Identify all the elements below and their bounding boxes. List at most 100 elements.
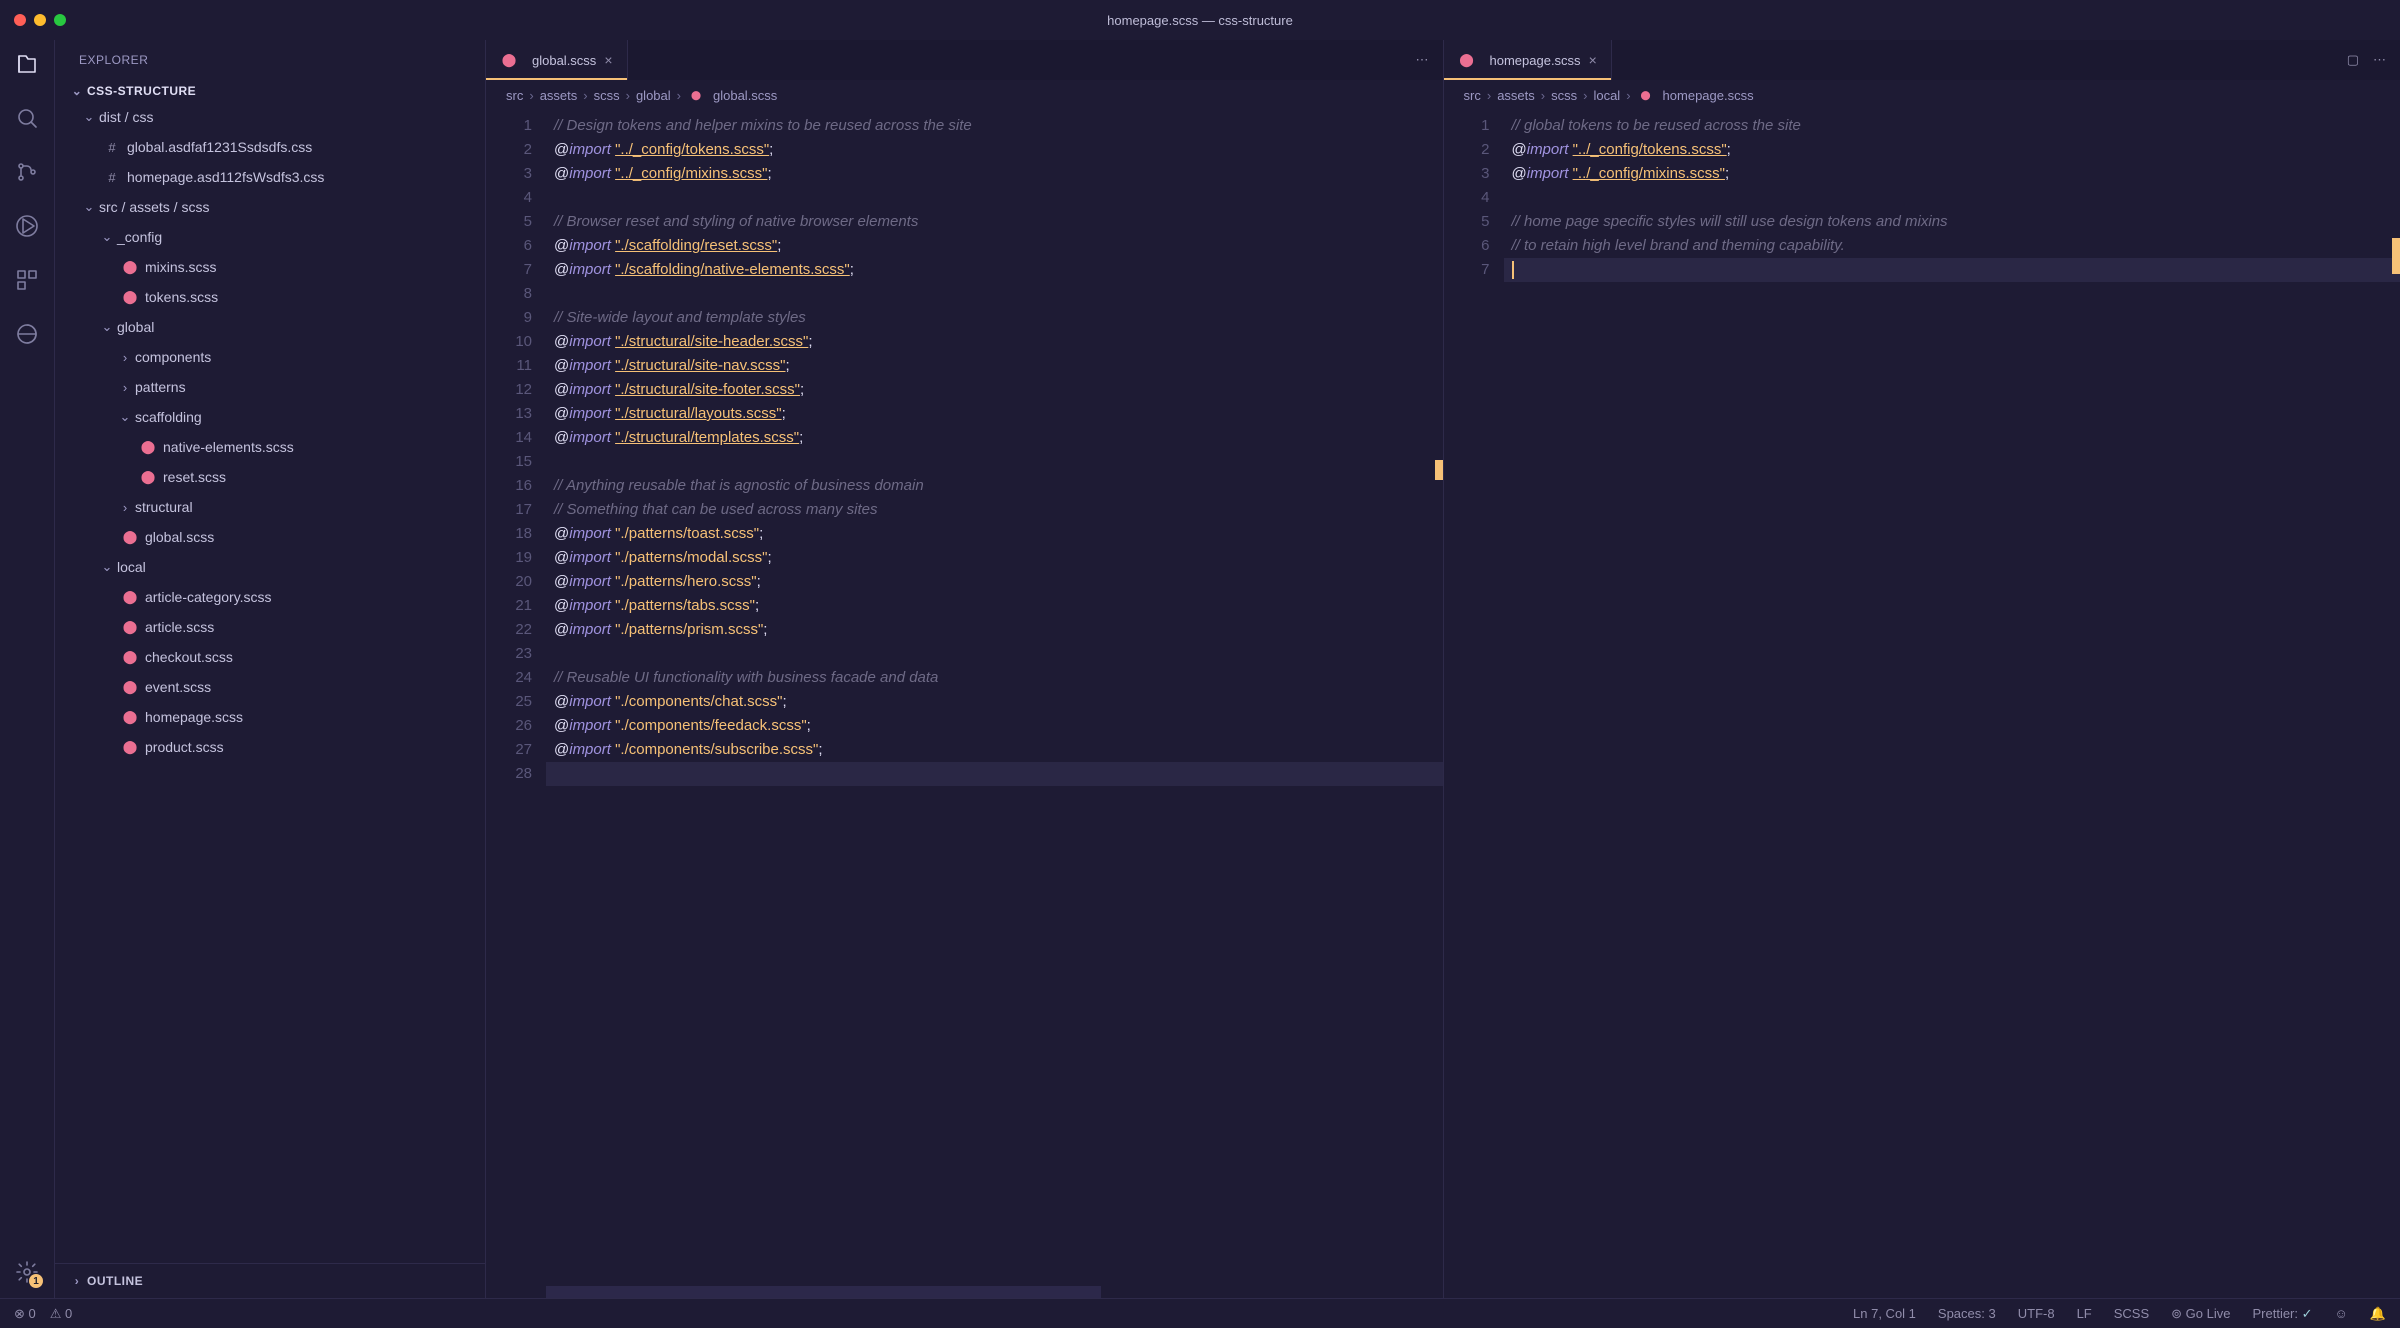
tree-folder[interactable]: ⌄_config: [55, 222, 485, 252]
tree-folder[interactable]: ›components: [55, 342, 485, 372]
scss-icon: ⬤: [121, 259, 139, 275]
tree-item-label: article.scss: [145, 619, 214, 635]
chevron-right-icon: ›: [677, 88, 681, 103]
extensions-icon[interactable]: [13, 266, 41, 294]
horizontal-scrollbar[interactable]: [546, 1286, 1101, 1298]
scss-icon: ⬤: [121, 739, 139, 755]
status-warnings[interactable]: ⚠ 0: [50, 1306, 73, 1322]
tree-file[interactable]: ⬤tokens.scss: [55, 282, 485, 312]
search-icon[interactable]: [13, 104, 41, 132]
breadcrumb-left[interactable]: src›assets›scss›global›⬤global.scss: [486, 80, 1443, 110]
close-window-button[interactable]: [14, 14, 26, 26]
status-spaces[interactable]: Spaces: 3: [1938, 1306, 1996, 1321]
explorer-sidebar: EXPLORER ⌄ CSS-STRUCTURE ⌄dist / css # glo…: [55, 40, 485, 1298]
hash-icon: #: [103, 140, 121, 155]
tree-item-label: global.asdfaf1231Ssdsdfs.css: [127, 139, 312, 155]
debug-icon[interactable]: [13, 212, 41, 240]
breadcrumb-item[interactable]: src: [1464, 88, 1481, 103]
breadcrumb-item[interactable]: local: [1593, 88, 1620, 103]
code-left[interactable]: // Design tokens and helper mixins to be…: [546, 110, 1443, 1298]
status-bell-icon[interactable]: 🔔: [2370, 1306, 2386, 1322]
status-eol[interactable]: LF: [2077, 1306, 2092, 1321]
scss-icon: ⬤: [121, 649, 139, 665]
status-line-col[interactable]: Ln 7, Col 1: [1853, 1306, 1916, 1321]
status-lang[interactable]: SCSS: [2114, 1306, 2149, 1321]
status-errors[interactable]: ⊗ 0: [14, 1306, 36, 1322]
settings-badge: 1: [29, 1274, 43, 1288]
settings-gear-icon[interactable]: 1: [13, 1258, 41, 1286]
project-header[interactable]: ⌄ CSS-STRUCTURE: [55, 80, 485, 102]
tree-folder[interactable]: ⌄local: [55, 552, 485, 582]
chevron-right-icon: ›: [117, 350, 133, 365]
breadcrumb-item[interactable]: global.scss: [713, 88, 777, 103]
chevron-right-icon: ›: [117, 380, 133, 395]
code-area-left[interactable]: 1234567891011121314151617181920212223242…: [486, 110, 1443, 1298]
tree-folder[interactable]: ⌄src / assets / scss: [55, 192, 485, 222]
tree-file[interactable]: # global.asdfaf1231Ssdsdfs.css: [55, 132, 485, 162]
tree-file[interactable]: ⬤ article.scss: [55, 612, 485, 642]
live-share-icon[interactable]: [13, 320, 41, 348]
more-actions-icon[interactable]: ⋯: [2373, 52, 2386, 68]
close-tab-icon[interactable]: ×: [1589, 52, 1597, 68]
tree-folder[interactable]: ⌄dist / css: [55, 102, 485, 132]
tab-homepage[interactable]: ⬤ homepage.scss ×: [1444, 40, 1612, 80]
maximize-window-button[interactable]: [54, 14, 66, 26]
chevron-right-icon: ›: [1583, 88, 1587, 103]
tree-item-label: _config: [117, 229, 162, 245]
titlebar: homepage.scss — css-structure: [0, 0, 2400, 40]
tree-file[interactable]: ⬤global.scss: [55, 522, 485, 552]
status-prettier[interactable]: Prettier: ✓: [2252, 1306, 2312, 1322]
tree-file[interactable]: ⬤homepage.scss: [55, 702, 485, 732]
breadcrumb-item[interactable]: scss: [594, 88, 620, 103]
chevron-right-icon: ›: [626, 88, 630, 103]
chevron-right-icon: ›: [69, 1274, 85, 1288]
breadcrumb-item[interactable]: assets: [540, 88, 578, 103]
tree-folder[interactable]: ›structural: [55, 492, 485, 522]
chevron-down-icon: ⌄: [99, 319, 115, 335]
source-control-icon[interactable]: [13, 158, 41, 186]
chevron-down-icon: ⌄: [81, 109, 97, 125]
breadcrumb-item[interactable]: assets: [1497, 88, 1535, 103]
tree-folder[interactable]: ⌄global: [55, 312, 485, 342]
status-golive[interactable]: ⊚ Go Live: [2171, 1306, 2230, 1322]
tab-global[interactable]: ⬤ global.scss ×: [486, 40, 628, 80]
status-encoding[interactable]: UTF-8: [2018, 1306, 2055, 1321]
tree-file[interactable]: ⬤mixins.scss: [55, 252, 485, 282]
tree-item-label: patterns: [135, 379, 186, 395]
tree-file[interactable]: ⬤ product.scss: [55, 732, 485, 762]
explorer-header: EXPLORER: [55, 40, 485, 80]
tree-file[interactable]: #homepage.asd112fsWsdfs3.css: [55, 162, 485, 192]
more-actions-icon[interactable]: ⋯: [1416, 52, 1429, 68]
breadcrumb-item[interactable]: scss: [1551, 88, 1577, 103]
tree-file[interactable]: ⬤event.scss: [55, 672, 485, 702]
file-tree: ⌄dist / css # global.asdfaf1231Ssdsdfs.css…: [55, 102, 485, 1263]
gutter-left: 1234567891011121314151617181920212223242…: [486, 110, 546, 1298]
status-bar: ⊗ 0 ⚠ 0 Ln 7, Col 1 Spaces: 3 UTF-8 LF S…: [0, 1298, 2400, 1328]
tree-file[interactable]: ⬤checkout.scss: [55, 642, 485, 672]
breadcrumb-item[interactable]: global: [636, 88, 671, 103]
tree-item-label: local: [117, 559, 146, 575]
scss-icon: ⬤: [121, 619, 139, 635]
breadcrumb-item[interactable]: homepage.scss: [1663, 88, 1754, 103]
chevron-right-icon: ›: [529, 88, 533, 103]
minimize-window-button[interactable]: [34, 14, 46, 26]
outline-header[interactable]: › OUTLINE: [55, 1263, 485, 1298]
tree-item-label: product.scss: [145, 739, 224, 755]
tree-folder[interactable]: ⌄scaffolding: [55, 402, 485, 432]
tree-file[interactable]: ⬤native-elements.scss: [55, 432, 485, 462]
tree-item-label: scaffolding: [135, 409, 202, 425]
breadcrumb-right[interactable]: src›assets›scss›local›⬤homepage.scss: [1444, 80, 2400, 110]
code-right[interactable]: // global tokens to be reused across the…: [1504, 110, 2400, 1298]
tree-item-label: event.scss: [145, 679, 211, 695]
tree-file[interactable]: ⬤reset.scss: [55, 462, 485, 492]
explorer-icon[interactable]: [13, 50, 41, 78]
close-tab-icon[interactable]: ×: [604, 52, 612, 68]
split-editor-icon[interactable]: ▢: [2347, 52, 2359, 68]
tree-file[interactable]: ⬤article-category.scss: [55, 582, 485, 612]
scss-icon: ⬤: [687, 90, 705, 101]
tab-label: global.scss: [532, 53, 596, 68]
code-area-right[interactable]: 1234567 // global tokens to be reused ac…: [1444, 110, 2400, 1298]
status-feedback-icon[interactable]: ☺: [2335, 1306, 2348, 1321]
tree-folder[interactable]: ›patterns: [55, 372, 485, 402]
breadcrumb-item[interactable]: src: [506, 88, 523, 103]
